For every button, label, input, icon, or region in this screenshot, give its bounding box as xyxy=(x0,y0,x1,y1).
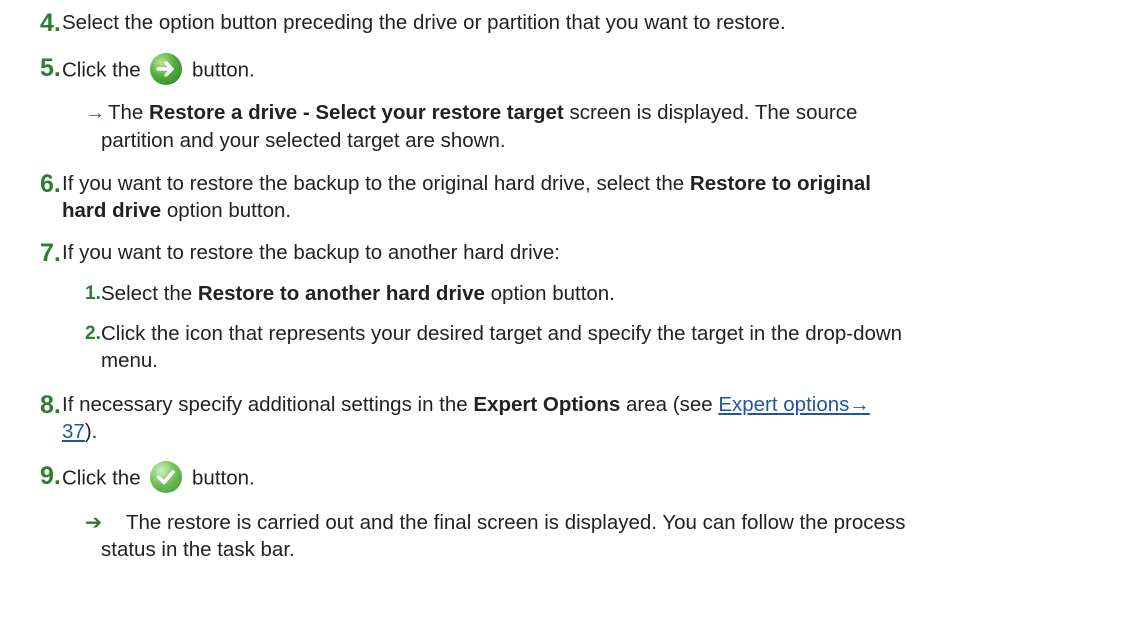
checkmark-icon xyxy=(150,461,183,493)
substep-text: Click the icon that represents your desi… xyxy=(101,322,903,345)
step-text: option button. xyxy=(166,199,292,222)
result-text: The xyxy=(108,101,144,124)
result-text: partition and your selected target are s… xyxy=(101,129,506,152)
result-arrow-icon: → xyxy=(85,101,106,124)
screen-name: Restore a drive - Select your restore ta… xyxy=(149,101,564,124)
option-name: Restore to another hard drive xyxy=(197,282,485,305)
substep-text: menu. xyxy=(101,349,158,372)
result-arrow-icon: ➔ xyxy=(85,511,103,534)
substep-number: 1. xyxy=(85,283,101,304)
step-text: If you want to restore the backup to ano… xyxy=(62,241,560,264)
step-text: ). xyxy=(84,420,98,443)
step-text-before: Click the xyxy=(62,466,141,490)
step-number: 4. xyxy=(40,9,61,37)
option-name: Restore to original xyxy=(689,172,871,195)
step-text: If you want to restore the backup to the… xyxy=(62,172,685,195)
step-text-after: button. xyxy=(192,58,255,82)
step-number: 7. xyxy=(40,239,61,267)
result-text: screen is displayed. The source xyxy=(569,101,858,124)
step-number: 8. xyxy=(40,391,61,419)
expert-options-link[interactable]: Expert options→ xyxy=(718,393,870,416)
page-reference-link[interactable]: 37 xyxy=(62,420,85,443)
step-text-after: button. xyxy=(192,466,255,490)
step-text-before: Click the xyxy=(62,58,141,82)
step-text: Select the option button preceding the d… xyxy=(62,11,786,34)
area-name: Expert Options xyxy=(473,393,621,416)
result-text: status in the task bar. xyxy=(101,538,295,561)
result-text: The restore is carried out and the final… xyxy=(126,511,906,534)
step-text: area (see xyxy=(626,393,713,416)
substep-text: Select the xyxy=(101,282,193,305)
option-name: hard drive xyxy=(62,199,162,222)
step-number: 5. xyxy=(40,54,61,82)
substep-number: 2. xyxy=(85,323,101,344)
step-number: 9. xyxy=(40,462,61,490)
next-arrow-icon xyxy=(150,53,183,85)
step-number: 6. xyxy=(40,170,61,198)
step-text: If necessary specify additional settings… xyxy=(62,393,468,416)
document-page: 4. Select the option button preceding th… xyxy=(0,0,1145,632)
substep-text: option button. xyxy=(490,282,615,305)
